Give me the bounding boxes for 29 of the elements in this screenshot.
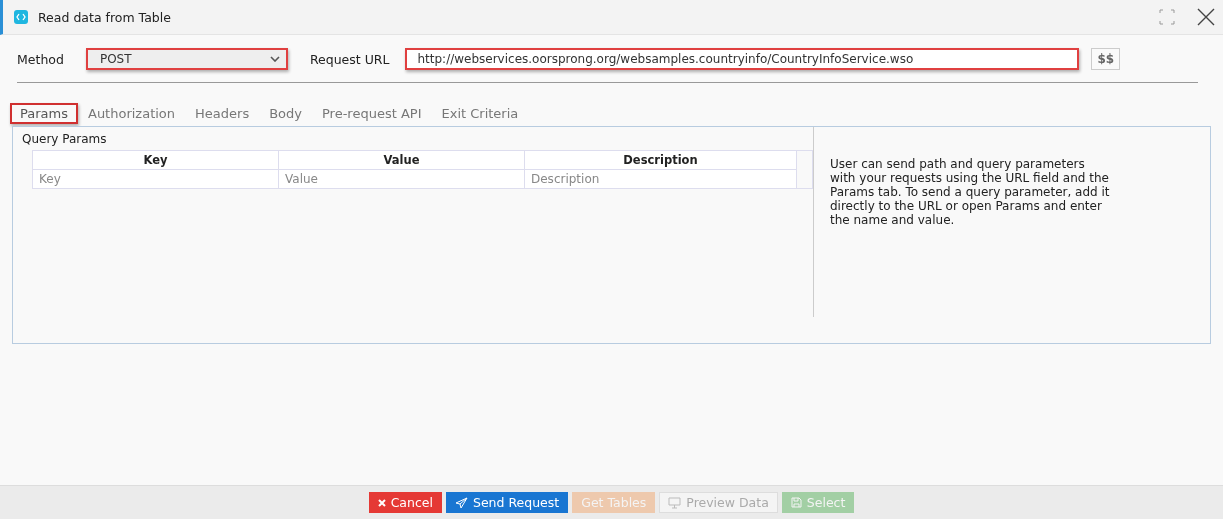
request-url-label: Request URL — [309, 51, 390, 67]
tab[interactable]: Exit Criteria — [431, 103, 529, 124]
code-icon — [14, 10, 28, 24]
url-input-field[interactable]: http://webservices.oorsprong.org/websamples.countryinfo/CountryInfoService.wso — [405, 48, 1080, 70]
tab[interactable]: Params — [10, 103, 78, 124]
method-select[interactable]: POST — [85, 48, 288, 70]
tab[interactable]: Pre-request API — [312, 103, 432, 124]
action-button[interactable]: Send Request — [446, 492, 569, 513]
section-title: Query Params — [22, 132, 108, 146]
window-title: Read data from Table — [38, 9, 171, 25]
column-header: Key — [33, 151, 279, 170]
monitor-icon — [668, 496, 682, 509]
tab[interactable]: Body — [259, 103, 312, 124]
column-header: Value — [279, 151, 525, 170]
action-button[interactable]: Cancel — [368, 492, 442, 513]
close-icon[interactable] — [1197, 8, 1215, 26]
tab[interactable]: Authorization — [78, 103, 186, 124]
table-cell[interactable]: Description — [525, 170, 797, 188]
tab[interactable]: Headers — [185, 103, 260, 124]
close-icon — [377, 498, 386, 507]
save-icon — [790, 497, 802, 508]
chevron-icon — [269, 56, 280, 62]
column-header: Description — [525, 151, 797, 170]
help-text: User can send path and query parameters with your requests using the URL field and the Params tab. To send a query parameter, add it directly to the URL or open Params and enter the name and value. — [830, 157, 1110, 227]
table-cell[interactable]: Value — [279, 170, 525, 188]
method-label: Method — [17, 51, 64, 67]
paper-plane-icon — [455, 496, 468, 509]
table-cell[interactable]: Key — [33, 170, 279, 188]
variables-button[interactable]: $$ — [1091, 48, 1121, 70]
